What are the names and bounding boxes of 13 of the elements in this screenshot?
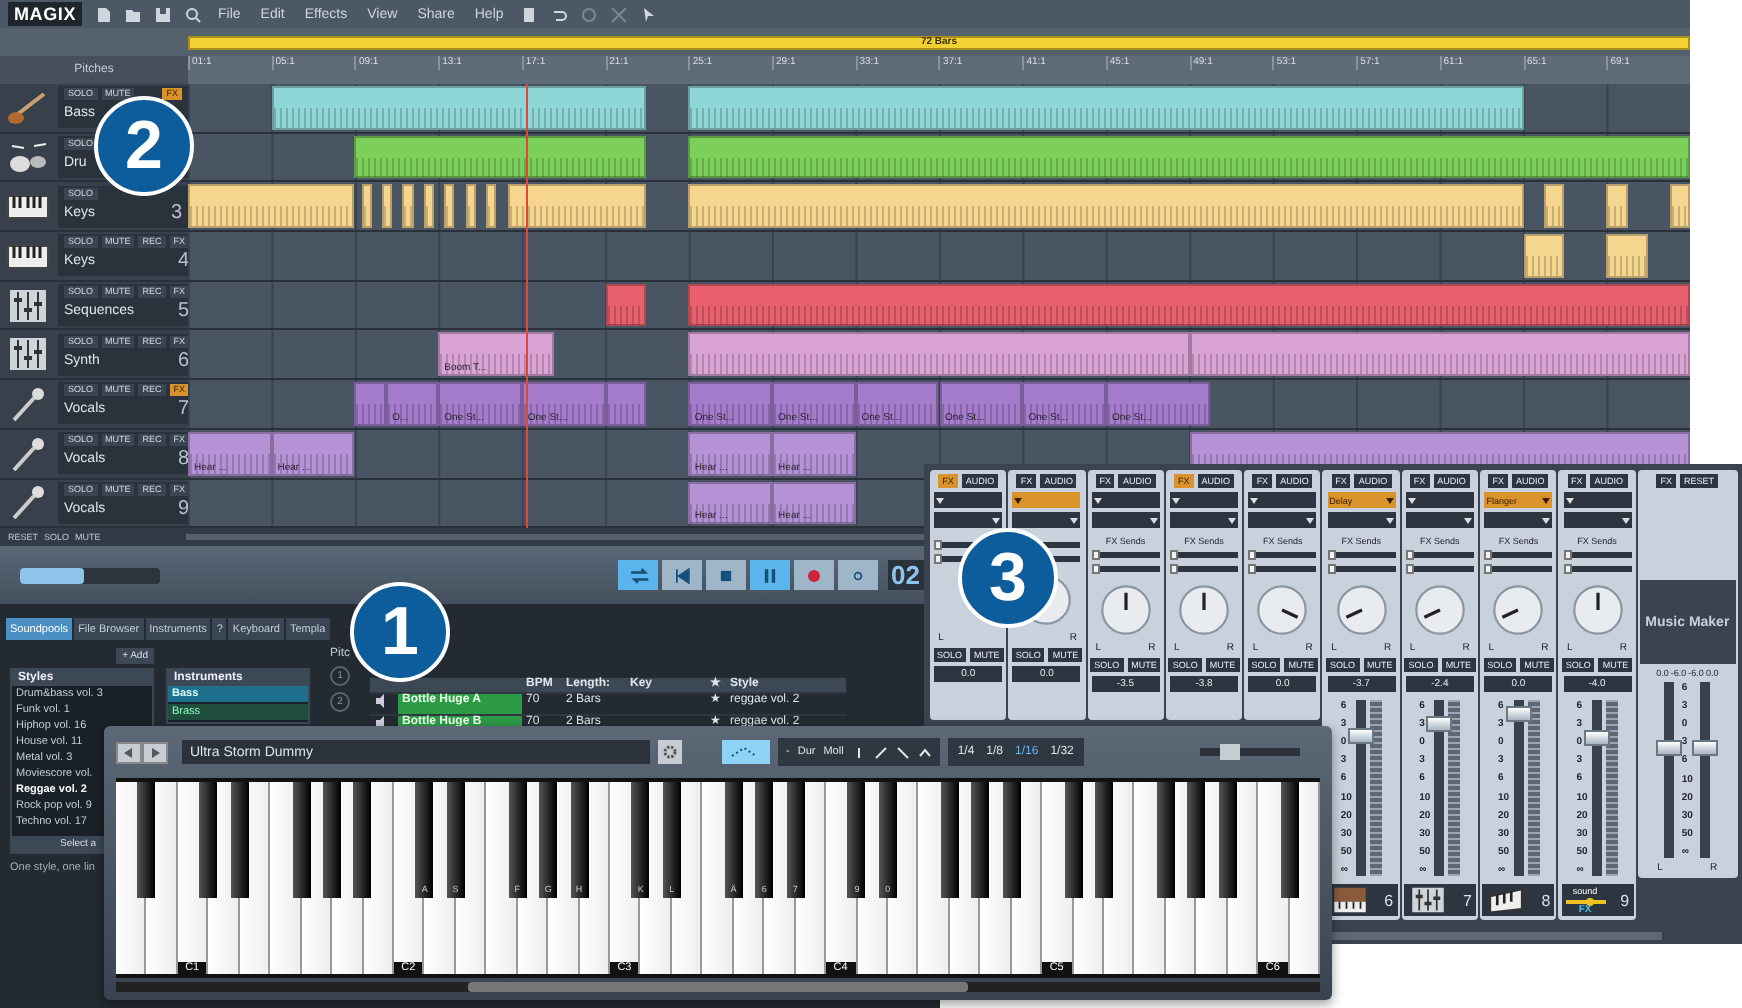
time-display: 02 (887, 560, 924, 591)
track-number: 4 (177, 250, 190, 273)
channel-number: 7 (1462, 891, 1472, 909)
channel-number: 8 (1541, 891, 1551, 909)
track-number: 3 (170, 201, 182, 224)
track-number: 8 (177, 448, 190, 471)
channel-number: 6 (1384, 891, 1394, 909)
track-number: 7 (177, 398, 190, 421)
track-number: 6 (177, 349, 190, 372)
track-number: 5 (177, 300, 190, 323)
app-logo: MAGIX (8, 2, 83, 26)
track-number: 9 (177, 497, 190, 520)
channel-number: 9 (1620, 891, 1630, 909)
